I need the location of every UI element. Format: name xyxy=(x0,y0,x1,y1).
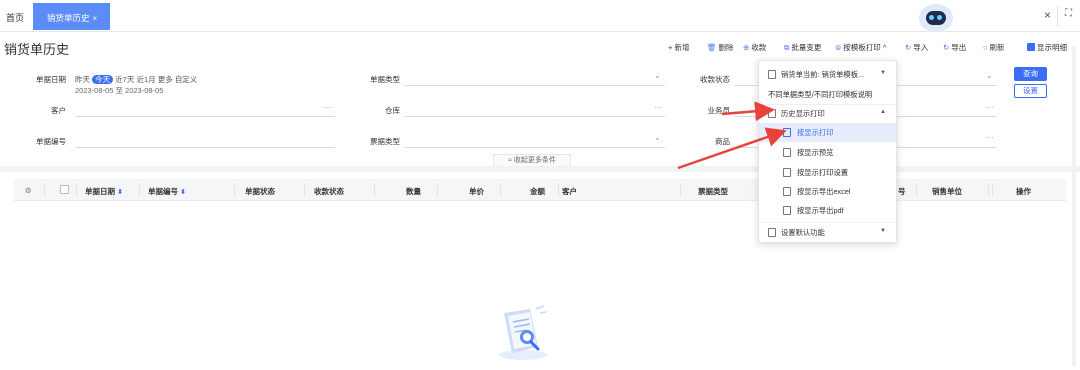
annotation-arrow-1 xyxy=(721,101,775,122)
annotation-arrow-2 xyxy=(677,127,787,170)
annotation-arrows xyxy=(677,101,787,170)
